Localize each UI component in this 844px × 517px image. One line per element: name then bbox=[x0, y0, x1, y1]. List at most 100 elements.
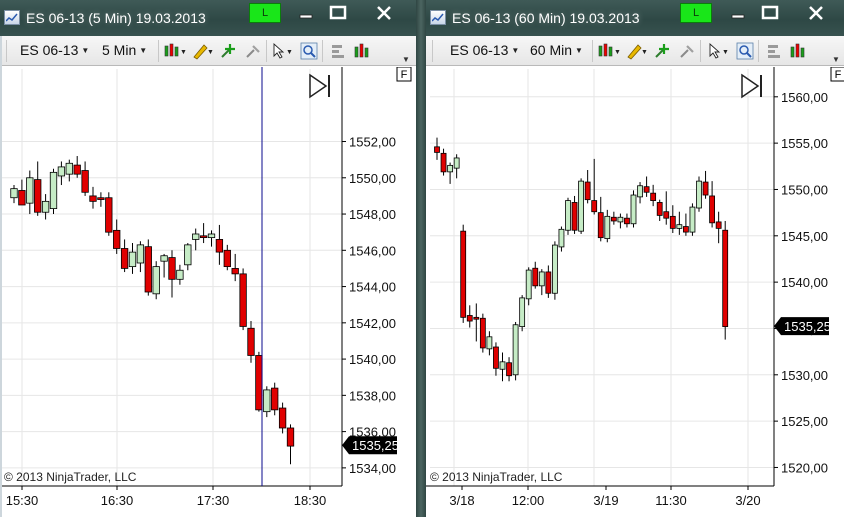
close-button[interactable] bbox=[370, 3, 398, 23]
title-bar[interactable]: ES 06-13 (60 Min) 19.03.2013 L bbox=[426, 0, 844, 36]
drawing-tool-icon[interactable]: ▼ bbox=[192, 42, 214, 60]
candle bbox=[223, 244, 231, 271]
candle bbox=[41, 194, 50, 220]
chart-panel[interactable]: 1560,00 1555,00 1550,00 1545,00 1540,00 1535,… bbox=[426, 67, 844, 517]
candle-body bbox=[120, 248, 129, 269]
zoom-icon[interactable] bbox=[300, 42, 318, 60]
interval-selector[interactable]: 60 Min ▼ bbox=[530, 42, 583, 58]
zoom-icon[interactable] bbox=[736, 42, 754, 60]
candle-body bbox=[460, 230, 467, 318]
toolbar-overflow-icon[interactable]: ▼ bbox=[832, 55, 840, 64]
chart-style-icon[interactable]: ▼ bbox=[598, 42, 620, 60]
candle bbox=[532, 261, 539, 289]
candle-body bbox=[144, 246, 152, 293]
scroll-to-end-icon[interactable] bbox=[741, 73, 762, 99]
candle-body bbox=[176, 269, 184, 280]
candle-body bbox=[519, 297, 526, 328]
candle-body bbox=[552, 244, 558, 294]
chart-toolbar: ES 06-13 ▼ 60 Min ▼ ▼ ▼ ▼ ▼ bbox=[426, 36, 844, 66]
instrument-label: ES 06-13 bbox=[450, 42, 509, 58]
candle bbox=[722, 220, 729, 340]
add-indicator-icon[interactable] bbox=[220, 42, 238, 60]
cursor-mode-icon[interactable]: ▼ bbox=[708, 42, 729, 60]
maximize-button[interactable] bbox=[324, 3, 352, 23]
candle-body bbox=[663, 211, 670, 219]
data-series-icon[interactable] bbox=[790, 42, 808, 60]
candle bbox=[624, 213, 630, 228]
minimize-button[interactable] bbox=[292, 3, 320, 23]
data-series-icon[interactable] bbox=[354, 42, 372, 60]
candle-body bbox=[239, 273, 247, 327]
current-price-label: 1535,25 bbox=[352, 438, 399, 453]
chart-window-5min: ES 06-13 (5 Min) 19.03.2013 L ES 06-13 ▼ … bbox=[0, 0, 416, 517]
toolbar-separator bbox=[700, 40, 701, 62]
properties-icon[interactable] bbox=[330, 42, 348, 60]
price-chart[interactable]: 1560,00 1555,00 1550,00 1545,00 1540,00 1535,… bbox=[426, 67, 844, 517]
copyright-label: © 2013 NinjaTrader, LLC bbox=[4, 470, 137, 484]
x-tick-label: 11:30 bbox=[655, 493, 687, 508]
x-tick-label: 3/20 bbox=[735, 493, 760, 508]
candle bbox=[676, 211, 683, 235]
candle-body bbox=[656, 202, 663, 216]
toolbar-separator bbox=[592, 40, 593, 62]
chart-app-icon bbox=[430, 10, 446, 25]
candle bbox=[97, 192, 105, 207]
minimize-button[interactable] bbox=[724, 3, 752, 23]
y-tick-label: 1555,00 bbox=[781, 136, 828, 151]
close-button[interactable] bbox=[802, 3, 830, 23]
chart-style-icon[interactable]: ▼ bbox=[164, 42, 186, 60]
candle bbox=[519, 295, 526, 332]
candle-body bbox=[545, 271, 552, 294]
candle bbox=[207, 230, 216, 247]
candle bbox=[493, 342, 499, 376]
candle-body bbox=[168, 257, 176, 280]
instrument-selector[interactable]: ES 06-13 ▼ bbox=[450, 42, 519, 58]
y-tick-label: 1550,00 bbox=[781, 182, 828, 197]
candle-body bbox=[18, 190, 26, 206]
candle-body bbox=[702, 181, 709, 196]
candle-body bbox=[34, 179, 42, 213]
svg-text:▼: ▼ bbox=[641, 49, 648, 56]
remove-drawing-icon[interactable] bbox=[244, 42, 262, 60]
scroll-to-end-icon[interactable] bbox=[309, 73, 330, 99]
candle-body bbox=[447, 164, 454, 173]
candle bbox=[552, 241, 558, 300]
candle-body bbox=[453, 157, 460, 169]
y-tick-label: 1545,00 bbox=[781, 229, 828, 244]
candle bbox=[565, 197, 571, 235]
add-indicator-icon[interactable] bbox=[654, 42, 672, 60]
candle-body bbox=[499, 361, 506, 370]
chart-panel[interactable]: 1552,00 1550,00 1548,00 1546,00 1544,00 1542,… bbox=[0, 67, 416, 517]
y-tick-label: 1542,00 bbox=[349, 316, 396, 331]
candle-body bbox=[128, 251, 137, 268]
drawing-tool-icon[interactable]: ▼ bbox=[626, 42, 648, 60]
candle-body bbox=[434, 146, 440, 153]
candle bbox=[604, 209, 611, 243]
candle bbox=[506, 357, 512, 382]
fixed-scale-label: F bbox=[835, 69, 842, 81]
candle-body bbox=[136, 244, 145, 264]
candle-body bbox=[105, 197, 113, 233]
link-button[interactable]: L bbox=[680, 3, 712, 23]
instrument-label: ES 06-13 bbox=[20, 42, 79, 58]
candle bbox=[184, 243, 192, 271]
instrument-selector[interactable]: ES 06-13 ▼ bbox=[20, 42, 89, 58]
svg-text:▼: ▼ bbox=[722, 49, 729, 56]
candle-body bbox=[709, 195, 716, 224]
candle bbox=[656, 199, 663, 221]
title-bar[interactable]: ES 06-13 (5 Min) 19.03.2013 L bbox=[0, 0, 416, 36]
toolbar-overflow-icon[interactable]: ▼ bbox=[402, 55, 410, 64]
candle-body bbox=[584, 181, 591, 201]
remove-drawing-icon[interactable] bbox=[678, 42, 696, 60]
candle bbox=[434, 137, 440, 160]
interval-selector[interactable]: 5 Min ▼ bbox=[102, 42, 147, 58]
price-chart[interactable]: 1552,00 1550,00 1548,00 1546,00 1544,00 1542,… bbox=[0, 67, 416, 517]
cursor-mode-icon[interactable]: ▼ bbox=[272, 42, 293, 60]
properties-icon[interactable] bbox=[766, 42, 784, 60]
candle bbox=[120, 239, 129, 273]
x-tick-label: 16:30 bbox=[101, 493, 134, 508]
candle bbox=[578, 178, 585, 234]
link-button[interactable]: L bbox=[249, 3, 281, 23]
candle bbox=[18, 179, 26, 206]
maximize-button[interactable] bbox=[756, 3, 784, 23]
